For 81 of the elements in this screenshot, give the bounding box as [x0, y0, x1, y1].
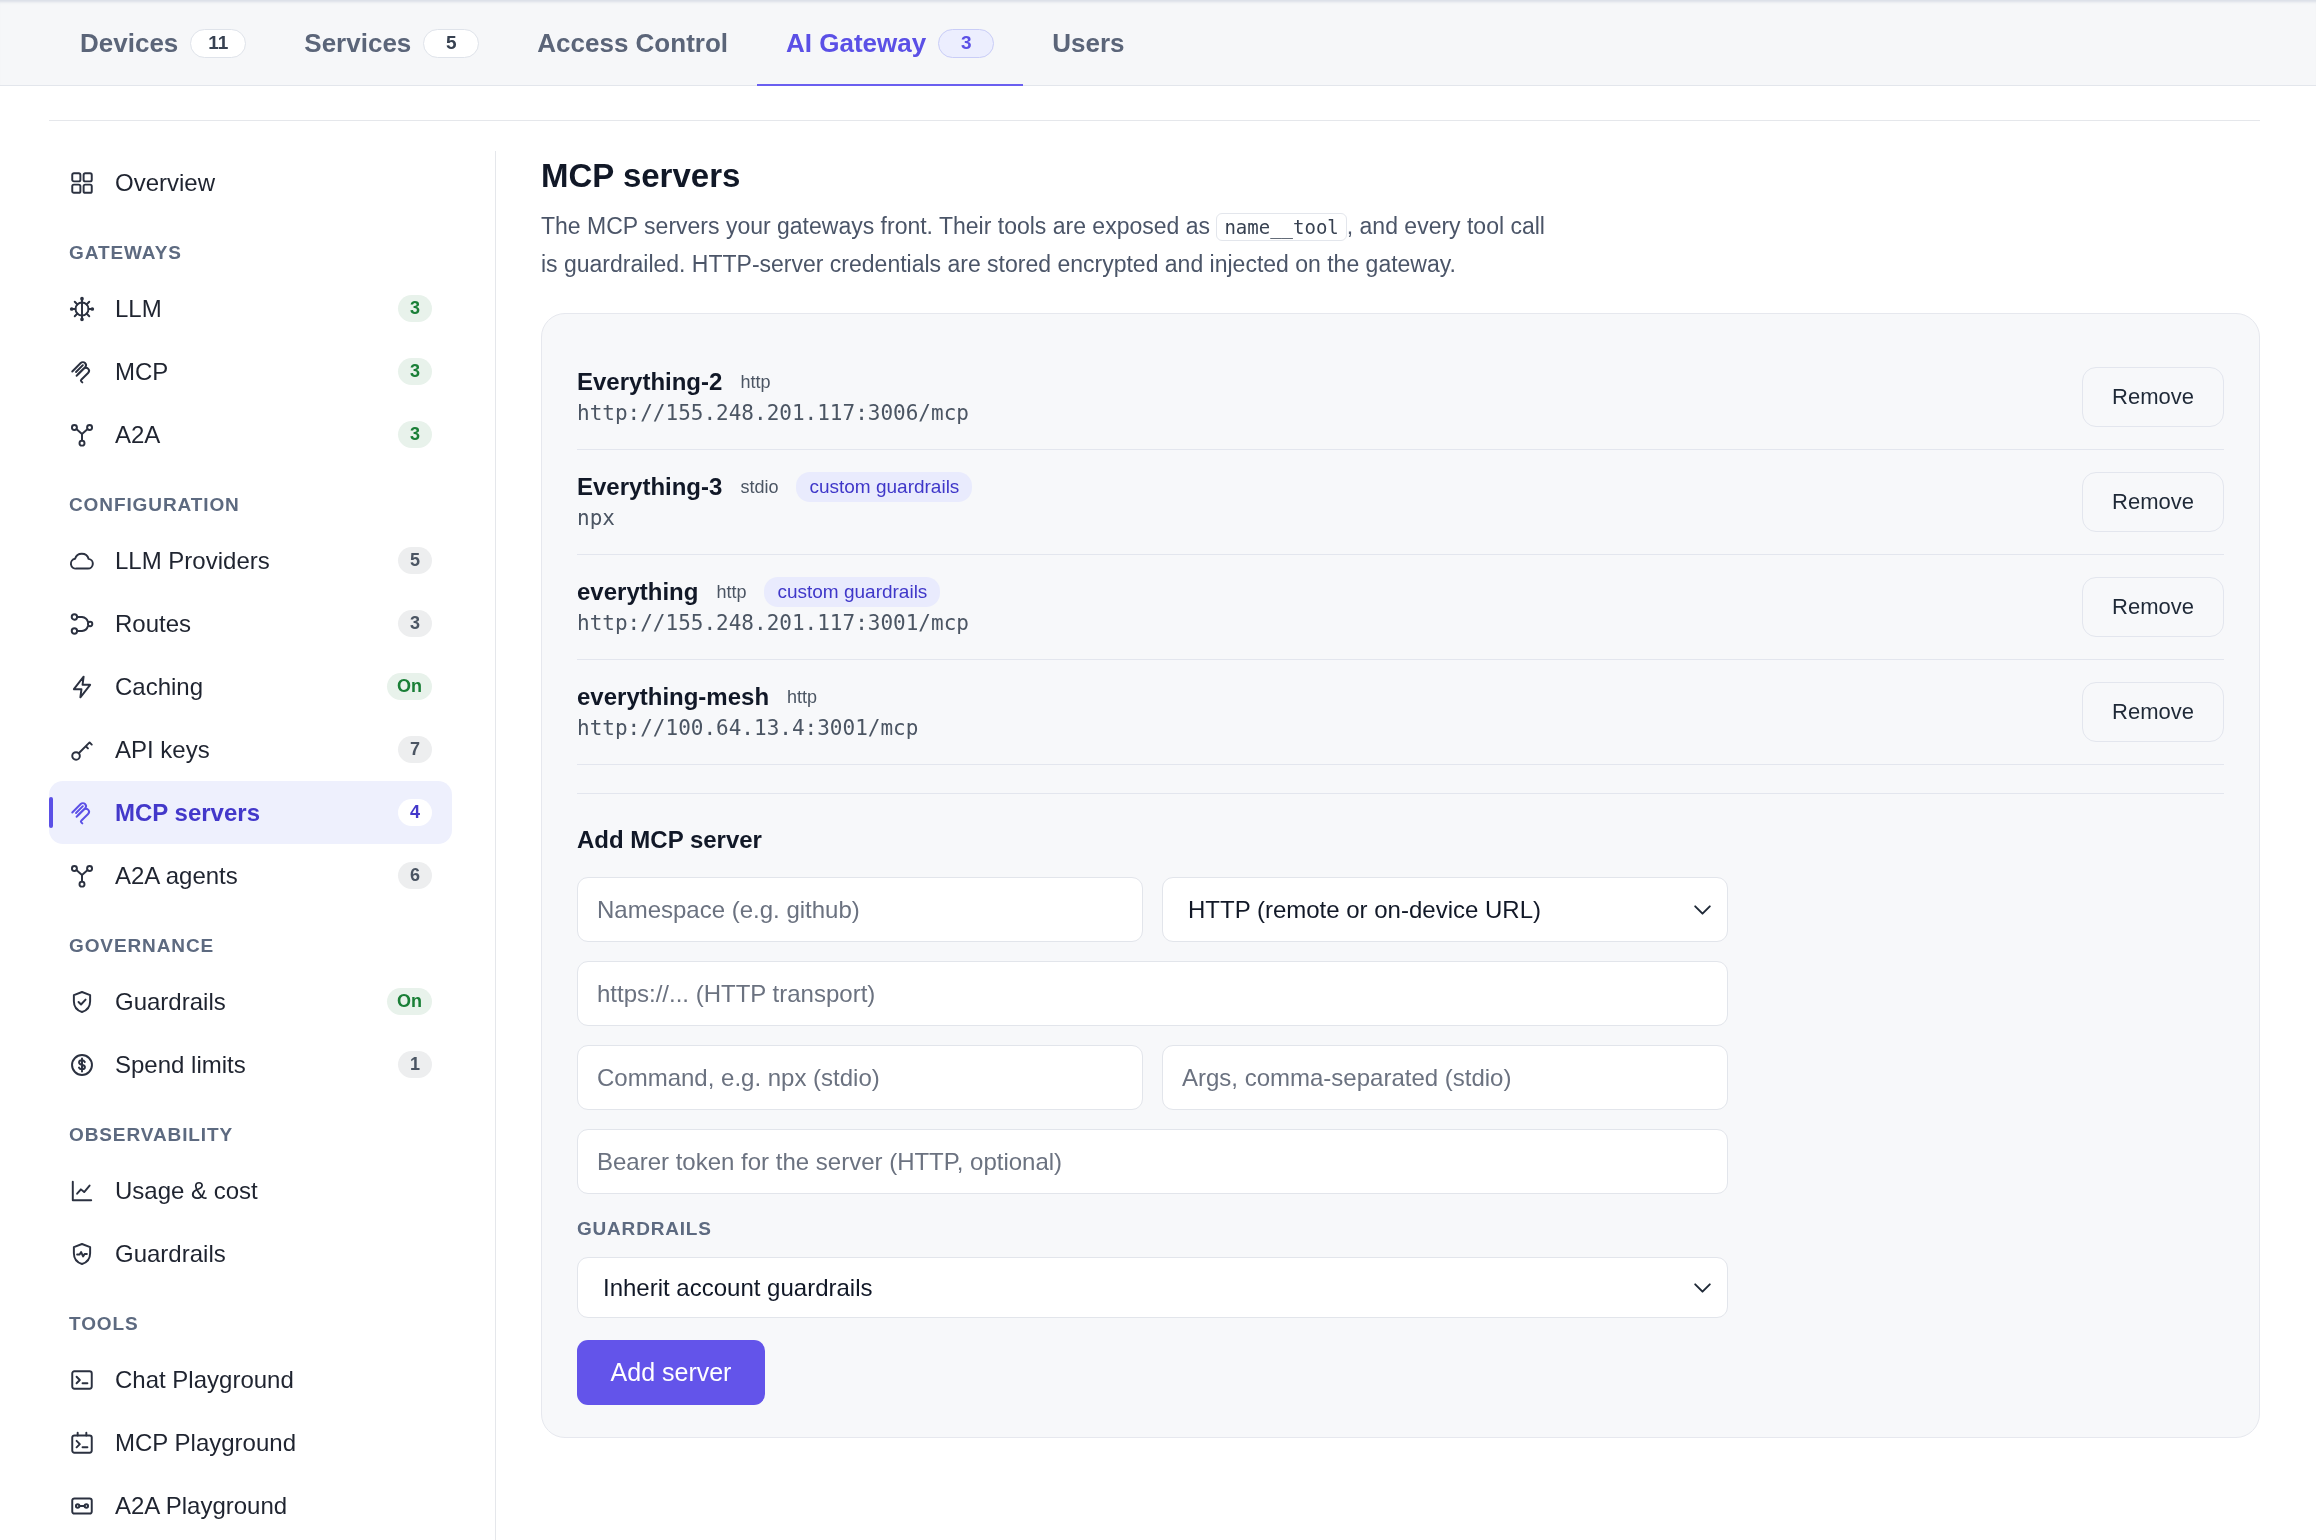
nav-tab[interactable]: AI Gateway 3	[757, 0, 1024, 86]
transport-label: http	[716, 581, 747, 603]
sidebar-item[interactable]: LLM 3	[49, 277, 452, 340]
sidebar-section-title: OBSERVABILITY	[69, 1125, 235, 1145]
input-field[interactable]: Bearer token for the server (HTTP, optional)	[577, 1129, 1728, 1194]
select-field[interactable]: Inherit account guardrails	[577, 1257, 1728, 1318]
count-badge: 5	[423, 28, 480, 58]
page-description: The MCP servers your gateways front. Their tools are exposed as name__tool , and every tool call is guardrailed. HTTP-server credentials are stored encrypted and injected on the gateway.	[541, 212, 1546, 279]
sidebar-item[interactable]: LLM Providers 5	[49, 529, 452, 592]
remove-button[interactable]: Remove	[2082, 472, 2224, 532]
grid-icon	[69, 169, 95, 196]
server-tag: custom guardrails	[796, 472, 973, 502]
dollar-icon	[69, 1051, 95, 1078]
input-field[interactable]: Namespace (e.g. github)	[577, 877, 1143, 942]
sidebar-item[interactable]: Guardrails	[49, 1222, 452, 1285]
chip-icon	[69, 295, 95, 322]
add-server-button[interactable]: Add server	[577, 1340, 765, 1405]
sidebar-section-title: GATEWAYS	[69, 243, 183, 263]
sidebar-badge: 7	[398, 736, 432, 763]
sidebar-section-title: TOOLS	[69, 1314, 140, 1334]
server-name: everything	[577, 578, 699, 606]
field-label: GUARDRAILS	[577, 1218, 713, 1240]
server-tag: custom guardrails	[764, 577, 941, 607]
sidebar-item[interactable]: Guardrails On	[49, 970, 452, 1033]
sidebar-item[interactable]: Usage & cost	[49, 1159, 452, 1222]
remove-button[interactable]: Remove	[2082, 367, 2224, 427]
code-snippet: name__tool	[1216, 213, 1347, 241]
select-field[interactable]: HTTP (remote or on-device URL)	[1162, 877, 1728, 942]
input-field[interactable]: Command, e.g. npx (stdio)	[577, 1045, 1143, 1110]
sidebar-item[interactable]: Chat Playground	[49, 1348, 452, 1411]
sidebar-item[interactable]: MCP 3	[49, 340, 452, 403]
chevron-down-icon	[1694, 904, 1711, 915]
nav-tab[interactable]: Access Control	[508, 0, 758, 86]
route-icon	[69, 610, 95, 637]
count-badge: 3	[938, 28, 995, 58]
nodes-icon	[69, 862, 95, 889]
sidebar-badge: 3	[398, 610, 432, 637]
sidebar-item[interactable]: Overview	[49, 151, 452, 214]
sidebar-item[interactable]: A2A 3	[49, 403, 452, 466]
sidebar-item[interactable]: MCP Playground	[49, 1411, 452, 1474]
sidebar-badge: 3	[398, 421, 432, 448]
nav-tab[interactable]: Devices 11	[51, 0, 276, 86]
sidebar-badge: On	[387, 988, 432, 1015]
nav-tab[interactable]: Services 5	[275, 0, 509, 86]
sidebar-section-title: GOVERNANCE	[69, 936, 216, 956]
server-address: http://100.64.13.4:3001/mcp	[577, 715, 919, 742]
sidebar-badge: 6	[398, 862, 432, 889]
sidebar-badge: 4	[398, 799, 432, 826]
remove-button[interactable]: Remove	[2082, 577, 2224, 637]
count-badge: 11	[190, 28, 247, 58]
server-address: http://155.248.201.117:3001/mcp	[577, 610, 969, 637]
sidebar-section-title: CONFIGURATION	[69, 495, 241, 515]
sidebar-badge: 3	[398, 358, 432, 385]
transport-label: http	[787, 686, 818, 708]
terminal-icon	[69, 1429, 95, 1456]
page-title: MCP servers	[541, 156, 742, 196]
server-name: everything-mesh	[577, 683, 770, 711]
sidebar-badge: 3	[398, 295, 432, 322]
form-heading: Add MCP server	[577, 825, 763, 855]
nav-tab[interactable]: Users	[1023, 0, 1154, 86]
transport-label: stdio	[740, 476, 779, 498]
sidebar-badge: On	[387, 673, 432, 700]
input-field[interactable]: https://... (HTTP transport)	[577, 961, 1728, 1026]
sidebar-badge: 1	[398, 1051, 432, 1078]
server-address: npx	[577, 505, 616, 532]
sidebar-badge: 5	[398, 547, 432, 574]
server-name: Everything-3	[577, 473, 723, 501]
sidebar-item[interactable]: Caching On	[49, 655, 452, 718]
sidebar-item[interactable]: API keys 7	[49, 718, 452, 781]
transport-label: http	[740, 371, 771, 393]
nodes-icon	[69, 421, 95, 448]
remove-button[interactable]: Remove	[2082, 682, 2224, 742]
sidebar-item[interactable]: A2A Playground	[49, 1474, 452, 1537]
chevron-down-icon	[1694, 1282, 1711, 1293]
server-address: http://155.248.201.117:3006/mcp	[577, 400, 969, 427]
sidebar-item[interactable]: Spend limits 1	[49, 1033, 452, 1096]
server-name: Everything-2	[577, 368, 723, 396]
sidebar-item[interactable]: A2A agents 6	[49, 844, 452, 907]
input-field[interactable]: Args, comma-separated (stdio)	[1162, 1045, 1728, 1110]
sidebar-item[interactable]: Routes 3	[49, 592, 452, 655]
sidebar-item[interactable]: MCP servers 4	[49, 781, 452, 844]
